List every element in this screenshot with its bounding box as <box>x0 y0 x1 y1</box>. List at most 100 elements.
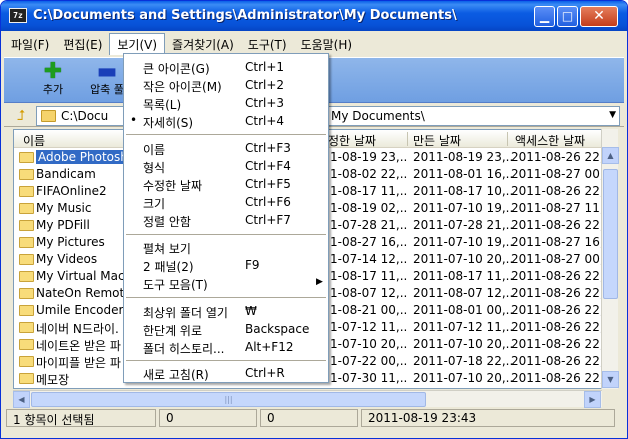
window-title: C:\Documents and Settings\Administrator\… <box>33 8 457 23</box>
cell-modified: 1-07-14 12,.. <box>330 252 408 266</box>
folder-icon <box>19 288 34 299</box>
menu-separator <box>126 360 326 361</box>
menu-help[interactable]: 도움말(H) <box>294 34 360 55</box>
cell-modified: 1-07-12 11,.. <box>330 320 408 334</box>
menu-item-shortcut: Ctrl+2 <box>245 78 285 92</box>
menu-item-sort-size[interactable]: 크기 Ctrl+F6 <box>124 193 328 211</box>
cell-name: Bandicam <box>36 167 96 181</box>
folder-icon <box>19 322 34 333</box>
menu-item-label: 자세히(S) <box>143 116 194 130</box>
column-header-created[interactable]: 만든 날짜 <box>413 132 461 149</box>
menu-item-details[interactable]: • 자세히(S) Ctrl+4 <box>124 112 328 130</box>
menu-item-label: 작은 아이콘(M) <box>143 80 222 94</box>
close-button[interactable]: ✕ <box>580 6 618 27</box>
folder-icon <box>19 169 34 180</box>
add-button[interactable]: ✚ 추가 <box>30 61 76 101</box>
menu-item-shortcut: F9 <box>245 258 260 272</box>
menu-tools[interactable]: 도구(T) <box>241 34 294 55</box>
cell-created: 2011-07-12 11,.. <box>413 320 514 334</box>
menu-item-sort-name[interactable]: 이름 Ctrl+F3 <box>124 139 328 157</box>
cell-accessed: 2011-08-26 22,.. <box>511 286 602 300</box>
cell-created: 2011-07-10 20,.. <box>413 371 514 385</box>
cell-modified: 1-08-17 11,.. <box>330 184 408 198</box>
horizontal-scroll-thumb[interactable]: ||| <box>31 392 426 407</box>
menu-item-small-icons[interactable]: 작은 아이콘(M) Ctrl+2 <box>124 76 328 94</box>
menu-edit[interactable]: 편집(E) <box>56 34 109 55</box>
status-date: 2011-08-19 23:43 <box>361 409 615 427</box>
chevron-down-icon[interactable]: ▼ <box>609 110 616 120</box>
menu-item-label: 크기 <box>143 197 166 211</box>
column-header-name[interactable]: 이름 <box>23 132 45 149</box>
address-text-suffix: My Documents\ <box>331 109 425 123</box>
column-separator[interactable] <box>407 132 408 146</box>
menu-file[interactable]: 파일(F) <box>4 34 56 55</box>
column-separator[interactable] <box>507 132 508 146</box>
menu-item-label: 2 패널(2) <box>143 260 194 274</box>
menu-item-two-panels[interactable]: 2 패널(2) F9 <box>124 256 328 274</box>
scroll-right-icon[interactable]: ▶ <box>584 391 601 408</box>
cell-created: 2011-08-17 10,.. <box>413 184 514 198</box>
scroll-left-icon[interactable]: ◀ <box>13 391 30 408</box>
cell-name: My Virtual Mac <box>36 269 125 283</box>
horizontal-scrollbar[interactable]: ◀ ||| ▶ <box>13 390 602 408</box>
menu-item-refresh[interactable]: 새로 고침(R) Ctrl+R <box>124 364 328 382</box>
menu-item-shortcut: Ctrl+R <box>245 366 285 380</box>
menu-item-open-root[interactable]: 최상위 폴더 열기 ₩ <box>124 302 328 320</box>
cell-created: 2011-07-10 19,.. <box>413 201 514 215</box>
menu-item-shortcut: Ctrl+F6 <box>245 195 291 209</box>
minimize-button[interactable]: ▁ <box>534 6 555 27</box>
folder-icon <box>19 254 34 265</box>
menu-item-list[interactable]: 목록(L) Ctrl+3 <box>124 94 328 112</box>
menu-item-label: 정렬 안함 <box>143 215 191 229</box>
up-folder-button[interactable]: ⮥ <box>10 107 32 125</box>
menu-item-label: 펼쳐 보기 <box>143 242 191 256</box>
status-selection: 1 항목이 선택됨 <box>6 409 156 427</box>
menu-item-label: 최상위 폴더 열기 <box>143 306 228 320</box>
menu-item-flat-view[interactable]: 펼쳐 보기 <box>124 238 328 256</box>
cell-accessed: 2011-08-27 00,.. <box>511 252 602 266</box>
folder-icon <box>19 373 34 384</box>
scroll-thumb[interactable] <box>603 169 618 299</box>
menu-view[interactable]: 보기(V) <box>109 33 166 55</box>
scroll-down-icon[interactable]: ▼ <box>602 371 619 388</box>
cell-name: Adobe Photosh <box>36 150 130 164</box>
cell-created: 2011-08-17 11,.. <box>413 269 514 283</box>
cell-name: My Music <box>36 201 92 215</box>
cell-accessed: 2011-08-26 22,.. <box>511 354 602 368</box>
selected-bullet-icon: • <box>130 113 138 127</box>
title-bar[interactable]: 7z C:\Documents and Settings\Administrat… <box>1 1 627 31</box>
menu-item-shortcut: Ctrl+1 <box>245 60 285 74</box>
menu-item-up-one-level[interactable]: 한단계 위로 Backspace <box>124 320 328 338</box>
menu-item-toolbars[interactable]: 도구 모음(T) ▶ <box>124 274 328 292</box>
menu-item-large-icons[interactable]: 큰 아이콘(G) Ctrl+1 <box>124 58 328 76</box>
menu-separator <box>126 297 326 298</box>
cell-modified: 1-08-17 11,.. <box>330 269 408 283</box>
menu-item-label: 목록(L) <box>143 98 182 112</box>
vertical-scrollbar[interactable]: ▲ ▼ <box>601 129 619 389</box>
menu-item-sort-date[interactable]: 수정한 날짜 Ctrl+F5 <box>124 175 328 193</box>
cell-name: My Pictures <box>36 235 105 249</box>
column-header-accessed[interactable]: 액세스한 날짜 <box>515 132 585 149</box>
cell-modified: 1-08-27 16,.. <box>330 235 408 249</box>
cell-modified: 1-08-19 23,.. <box>330 150 408 164</box>
folder-icon <box>19 203 34 214</box>
cell-accessed: 2011-08-27 00,.. <box>511 167 602 181</box>
menu-item-sort-type[interactable]: 형식 Ctrl+F4 <box>124 157 328 175</box>
status-packed-size: 0 <box>260 409 358 427</box>
menu-item-shortcut: Ctrl+F5 <box>245 177 291 191</box>
column-header-modified[interactable]: 정한 날짜 <box>328 132 376 149</box>
cell-accessed: 2011-08-26 22,.. <box>511 150 602 164</box>
menu-item-folder-history[interactable]: 폴더 히스토리... Alt+F12 <box>124 338 328 356</box>
menu-item-label: 새로 고침(R) <box>143 368 209 382</box>
folder-icon <box>19 356 34 367</box>
address-text-prefix: C:\Docu <box>61 109 109 123</box>
menu-favorites[interactable]: 즐겨찾기(A) <box>165 34 241 55</box>
scroll-up-icon[interactable]: ▲ <box>602 147 619 164</box>
maximize-button[interactable]: □ <box>557 6 578 27</box>
cell-name: FIFAOnline2 <box>36 184 107 198</box>
folder-icon <box>19 220 34 231</box>
menu-item-unsorted[interactable]: 정렬 안함 Ctrl+F7 <box>124 211 328 229</box>
cell-accessed: 2011-08-26 22,.. <box>511 218 602 232</box>
menu-item-shortcut: Ctrl+F3 <box>245 141 291 155</box>
folder-icon <box>19 305 34 316</box>
